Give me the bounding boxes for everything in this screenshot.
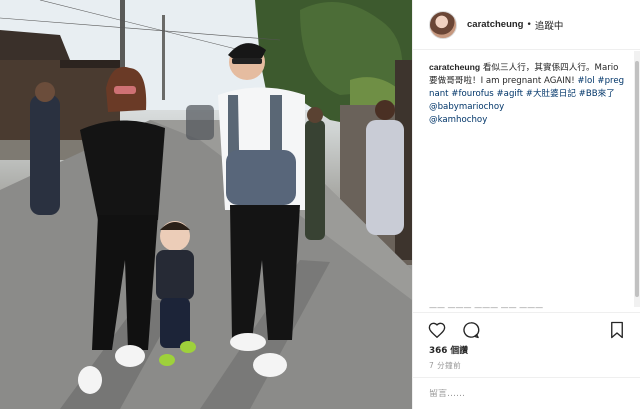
caption-mention-kamhochoy[interactable]: @kamhochoy bbox=[429, 115, 487, 125]
action-bar bbox=[413, 312, 640, 346]
scrollbar-thumb[interactable] bbox=[635, 61, 639, 297]
post-header: caratcheung • 追蹤中 bbox=[413, 0, 640, 50]
avatar[interactable] bbox=[429, 10, 457, 39]
heart-icon[interactable] bbox=[425, 318, 449, 342]
following-button[interactable]: 追蹤中 bbox=[535, 18, 564, 32]
clipped-comment: —— ——— ——— —— ——— bbox=[429, 304, 544, 312]
caption-scrollbar[interactable] bbox=[634, 51, 640, 307]
photo-scene bbox=[0, 0, 412, 409]
header-separator: • bbox=[526, 19, 532, 30]
caption-area: caratcheung 看似三人行，其實係四人行。Mario 要做哥哥啦！I a… bbox=[413, 51, 640, 307]
bookmark-icon[interactable] bbox=[605, 318, 629, 342]
post-timestamp: 7 分鐘前 bbox=[429, 361, 462, 370]
post-caption: caratcheung 看似三人行，其實係四人行。Mario 要做哥哥啦！I a… bbox=[429, 61, 625, 127]
comment-input[interactable] bbox=[429, 388, 619, 399]
header-username[interactable]: caratcheung bbox=[467, 19, 524, 30]
comment-icon[interactable] bbox=[459, 318, 483, 342]
comment-box bbox=[413, 377, 640, 409]
caption-mention-babymariochoy[interactable]: @babymariochoy bbox=[429, 102, 504, 112]
caption-username[interactable]: caratcheung bbox=[429, 62, 480, 72]
post-side-panel: caratcheung • 追蹤中 caratcheung 看似三人行，其實係四… bbox=[412, 0, 640, 409]
post-photo[interactable] bbox=[0, 0, 412, 409]
likes-count[interactable]: 366 個讚 bbox=[429, 343, 468, 356]
